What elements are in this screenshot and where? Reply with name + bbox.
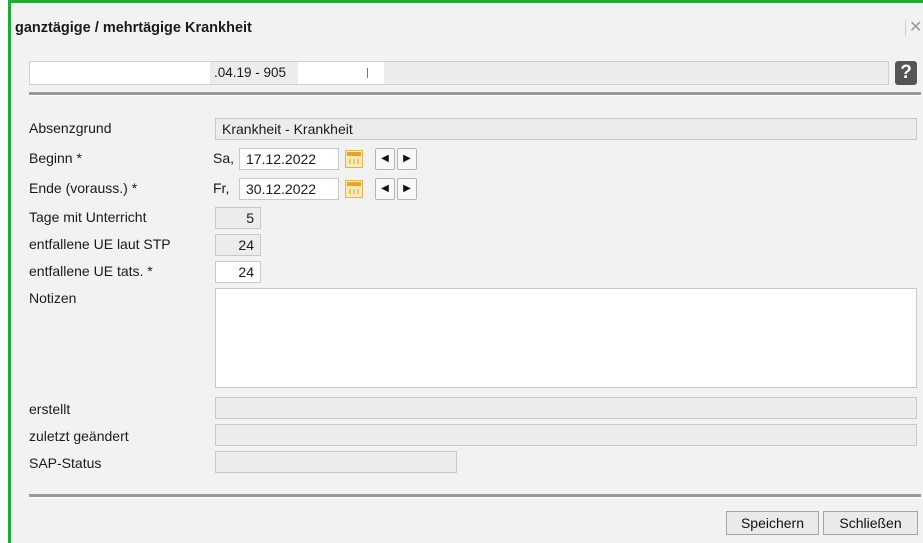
geaendert-field xyxy=(215,424,917,446)
divider xyxy=(29,92,921,96)
tage-field: 5 xyxy=(215,207,261,229)
close-icon[interactable]: ✕ xyxy=(905,20,923,36)
ue-tats-input[interactable]: 24 xyxy=(215,261,261,283)
redacted-block xyxy=(298,62,384,84)
absenzgrund-label: Absenzgrund xyxy=(29,120,112,136)
erstellt-label: erstellt xyxy=(29,401,71,417)
notizen-textarea[interactable] xyxy=(215,288,917,388)
ende-label: Ende (vorauss.) * xyxy=(29,180,138,196)
ue-stp-field: 24 xyxy=(215,234,261,256)
geaendert-label: zuletzt geändert xyxy=(29,428,129,444)
close-button[interactable]: Schließen xyxy=(823,511,918,535)
absenzgrund-field: Krankheit - Krankheit xyxy=(215,118,917,140)
sap-status-label: SAP-Status xyxy=(29,455,102,471)
record-id-bar: .04.19 - 905 xyxy=(29,61,889,85)
dialog-title: ganztägige / mehrtägige Krankheit xyxy=(15,20,252,36)
divider xyxy=(29,494,921,498)
ende-date-input[interactable]: 30.12.2022 xyxy=(239,178,339,200)
dialog: ganztägige / mehrtägige Krankheit ✕ .04.… xyxy=(8,0,923,543)
dialog-titlebar: ganztägige / mehrtägige Krankheit ✕ xyxy=(11,3,923,47)
tage-label: Tage mit Unterricht xyxy=(29,209,147,225)
save-button[interactable]: Speichern xyxy=(726,511,819,535)
beginn-prev-button[interactable]: ◀ xyxy=(375,148,395,170)
calendar-icon[interactable] xyxy=(345,180,363,198)
sap-status-field xyxy=(215,451,457,473)
beginn-date-input[interactable]: 17.12.2022 xyxy=(239,148,339,170)
notizen-label: Notizen xyxy=(29,290,77,306)
beginn-next-button[interactable]: ▶ xyxy=(397,148,417,170)
ende-next-button[interactable]: ▶ xyxy=(397,178,417,200)
text-cursor xyxy=(367,68,368,78)
help-icon[interactable]: ? xyxy=(895,61,917,85)
ende-prev-button[interactable]: ◀ xyxy=(375,178,395,200)
record-id-text: .04.19 - 905 xyxy=(214,65,287,80)
redacted-block xyxy=(30,62,210,84)
ende-weekday: Fr, xyxy=(213,180,230,196)
beginn-label: Beginn * xyxy=(29,150,82,166)
calendar-icon[interactable] xyxy=(345,150,363,168)
ue-stp-label: entfallene UE laut STP xyxy=(29,236,171,252)
ue-tats-label: entfallene UE tats. * xyxy=(29,263,153,279)
erstellt-field xyxy=(215,397,917,419)
beginn-weekday: Sa, xyxy=(213,150,235,166)
